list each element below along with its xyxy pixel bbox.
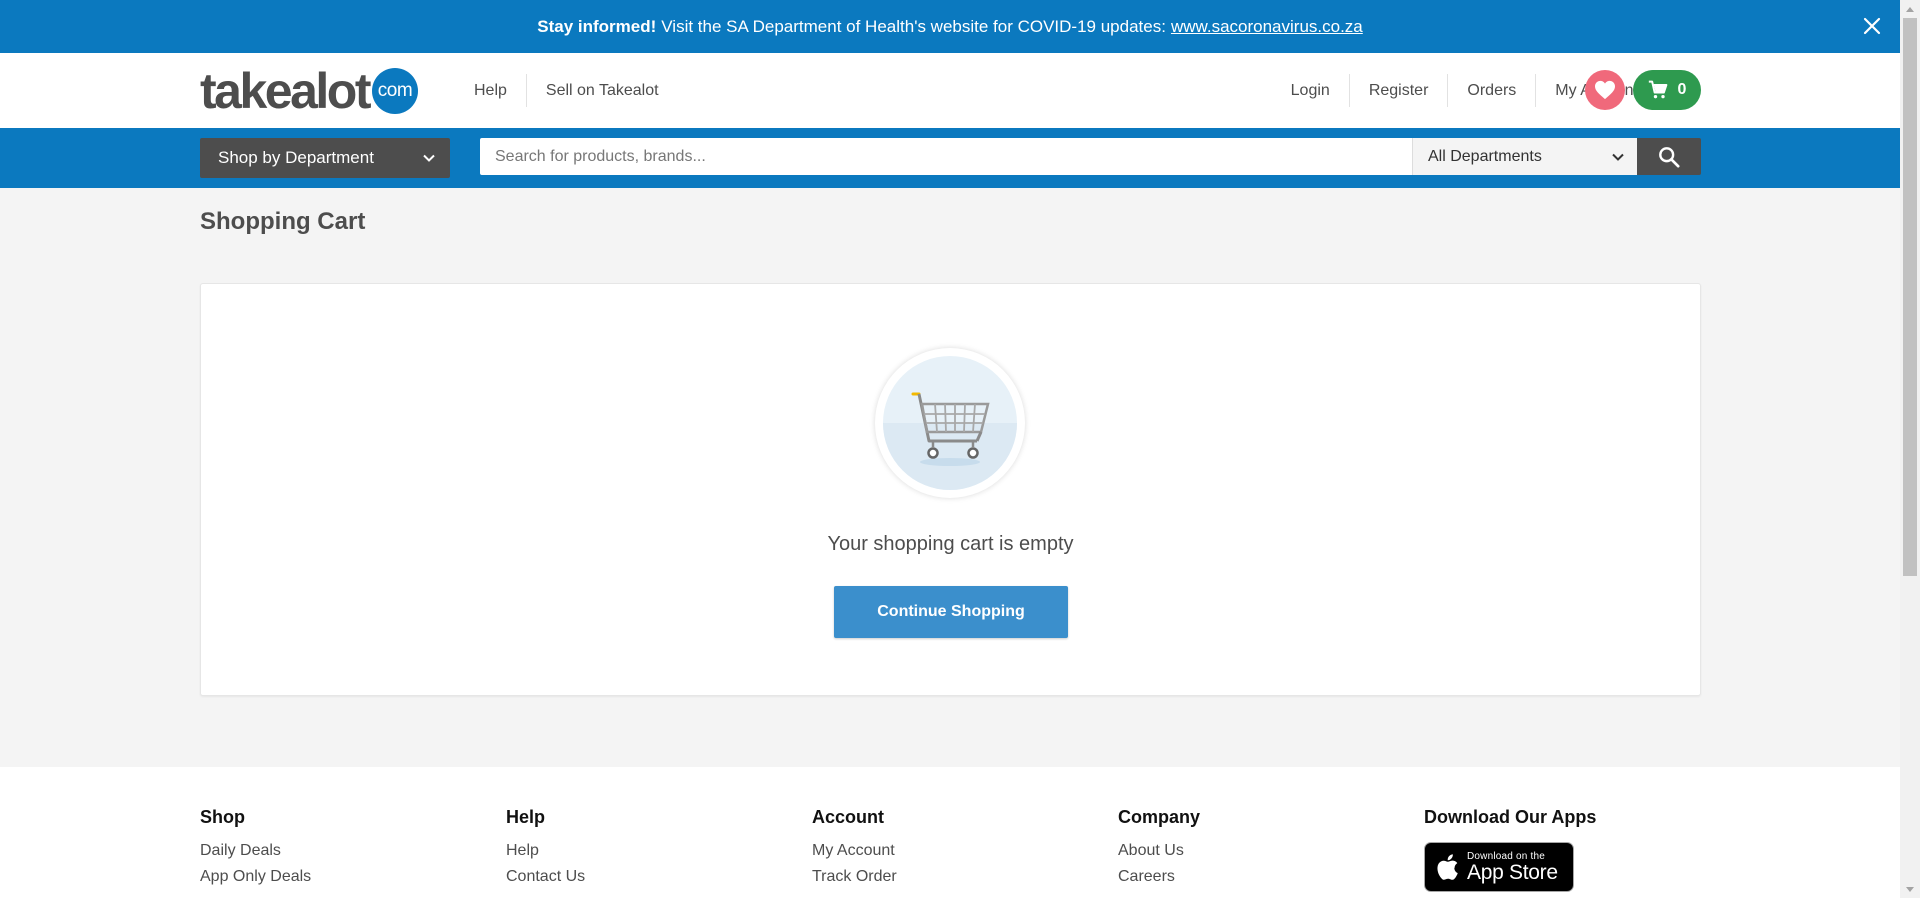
department-select-value: All Departments — [1428, 147, 1542, 165]
cart-button[interactable]: 0 — [1633, 70, 1701, 110]
logo-com-badge: com — [371, 68, 418, 114]
footer-company-heading: Company — [1118, 807, 1201, 827]
footer-link-track-order[interactable]: Track Order — [812, 868, 897, 886]
footer-link-careers[interactable]: Careers — [1118, 868, 1200, 886]
page-title: Shopping Cart — [200, 208, 366, 235]
footer-account-column: Account My Account Track Order — [812, 807, 897, 894]
header-left-nav: Help Sell on Takealot — [455, 53, 678, 128]
scroll-down-arrow-icon[interactable] — [1900, 881, 1920, 898]
chevron-down-icon — [423, 154, 435, 162]
close-icon[interactable] — [1860, 14, 1884, 38]
login-link[interactable]: Login — [1272, 74, 1349, 107]
continue-shopping-button[interactable]: Continue Shopping — [834, 586, 1068, 638]
empty-cart-icon — [883, 392, 1017, 490]
search-input[interactable] — [480, 138, 1412, 175]
register-link[interactable]: Register — [1348, 74, 1448, 107]
footer-help-heading: Help — [506, 807, 546, 827]
empty-cart-message: Your shopping cart is empty — [827, 533, 1074, 555]
app-store-small-text: Download on the — [1467, 850, 1546, 862]
scroll-up-arrow-icon[interactable] — [1900, 0, 1920, 17]
empty-cart-illustration — [875, 348, 1025, 498]
apple-icon — [1437, 854, 1458, 880]
app-store-badge[interactable]: Download on the App Store — [1424, 842, 1574, 892]
page-scrollbar[interactable] — [1900, 0, 1920, 898]
footer-link-about-us[interactable]: About Us — [1118, 842, 1200, 860]
cart-icon — [1648, 80, 1667, 99]
footer-company-column: Company About Us Careers — [1118, 807, 1200, 894]
department-select[interactable]: All Departments — [1412, 138, 1637, 175]
empty-cart-panel: Your shopping cart is empty Continue Sho… — [200, 283, 1701, 696]
search-band: Shop by Department All Departments — [0, 128, 1900, 188]
shop-by-department-button[interactable]: Shop by Department — [200, 138, 450, 178]
search-icon — [1659, 146, 1680, 168]
wishlist-button[interactable] — [1585, 70, 1625, 110]
nav-help-link[interactable]: Help — [455, 74, 526, 107]
footer-apps-heading: Download Our Apps — [1424, 807, 1597, 827]
logo-word: takealot — [200, 63, 371, 119]
scrollbar-thumb[interactable] — [1903, 18, 1917, 576]
footer-link-app-only-deals[interactable]: App Only Deals — [200, 868, 311, 886]
site-header: takealot com Help Sell on Takealot Login… — [0, 53, 1900, 128]
search-button[interactable] — [1637, 138, 1701, 175]
footer-link-my-account[interactable]: My Account — [812, 842, 897, 860]
footer-link-contact-us[interactable]: Contact Us — [506, 868, 585, 886]
page: Stay informed! Visit the SA Department o… — [0, 0, 1900, 898]
shop-by-department-label: Shop by Department — [218, 148, 374, 167]
nav-sell-link[interactable]: Sell on Takealot — [525, 74, 678, 107]
footer-link-help[interactable]: Help — [506, 842, 585, 860]
footer-link-daily-deals[interactable]: Daily Deals — [200, 842, 311, 860]
orders-link[interactable]: Orders — [1447, 74, 1535, 107]
footer-shop-column: Shop Daily Deals App Only Deals — [200, 807, 311, 894]
notice-bold-text: Stay informed! — [537, 16, 657, 36]
footer-account-heading: Account — [812, 807, 884, 827]
chevron-down-icon — [1612, 153, 1624, 161]
takealot-logo[interactable]: takealot com — [200, 63, 418, 119]
app-store-big-text: App Store — [1467, 860, 1558, 884]
footer-shop-heading: Shop — [200, 807, 245, 827]
footer-help-column: Help Help Contact Us — [506, 807, 585, 894]
notice-link[interactable]: www.sacoronavirus.co.za — [1171, 17, 1363, 37]
heart-icon — [1595, 80, 1615, 100]
footer-apps-column: Download Our Apps Download on the App St… — [1424, 807, 1596, 892]
site-footer: Shop Daily Deals App Only Deals Help Hel… — [0, 767, 1900, 898]
notice-text: Visit the SA Department of Health's webs… — [661, 16, 1166, 36]
covid-notice-bar: Stay informed! Visit the SA Department o… — [0, 0, 1900, 53]
cart-count: 0 — [1677, 81, 1687, 98]
